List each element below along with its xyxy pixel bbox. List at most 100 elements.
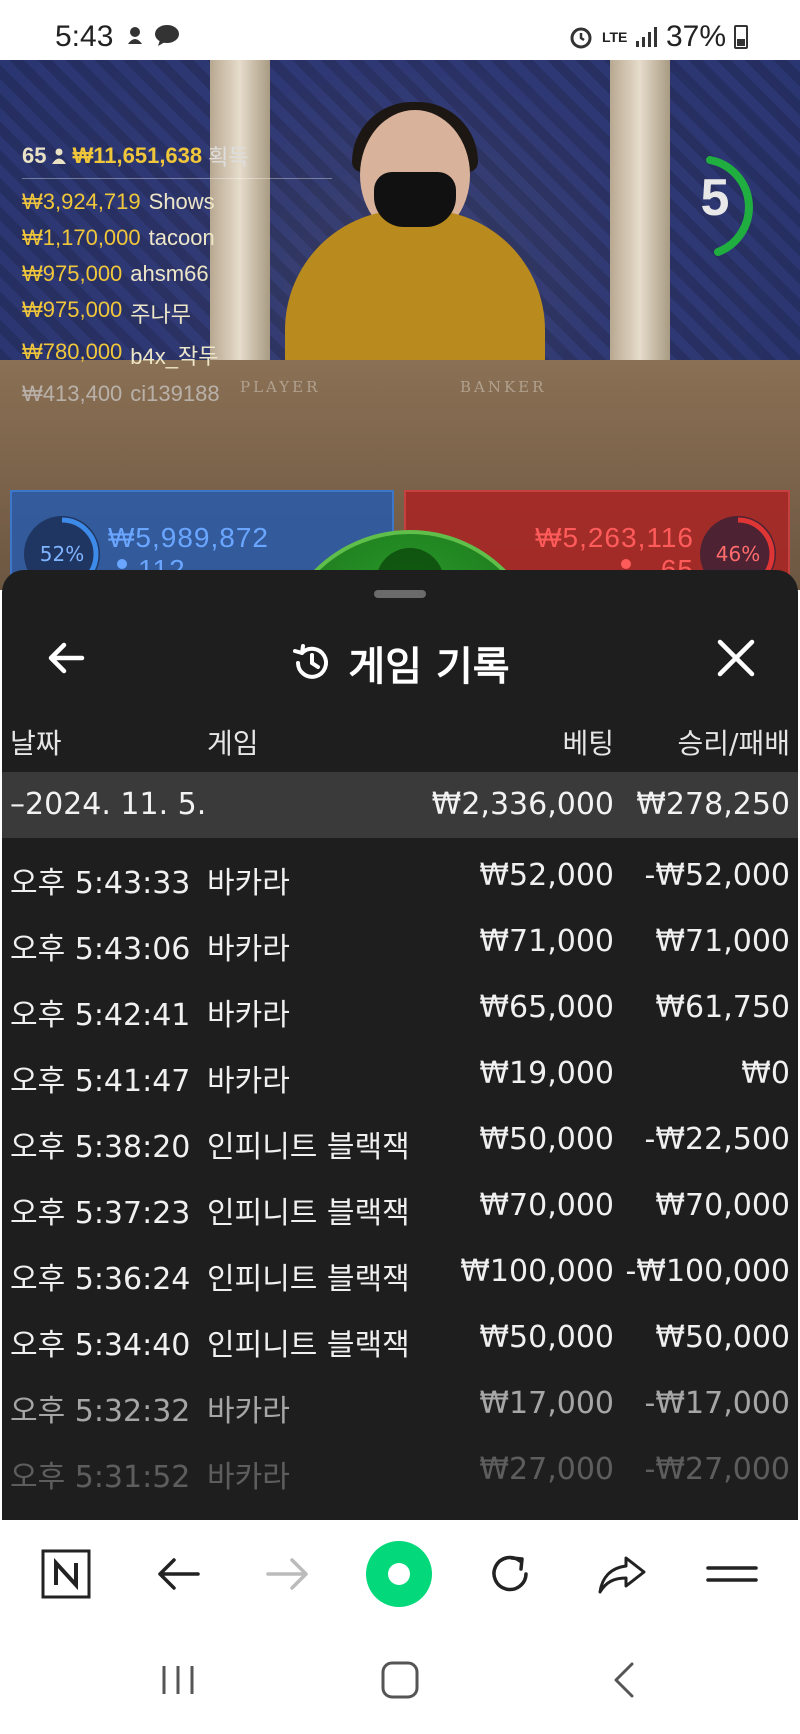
share-icon	[598, 1556, 646, 1594]
menu-icon	[706, 1566, 758, 1582]
table-header: 날짜 게임 베팅 승리/패배	[2, 710, 798, 772]
app-notification-icon	[128, 27, 142, 44]
table-row[interactable]: 오후 5:36:24 인피니트 블랙잭 ₩100,000 -₩100,000	[2, 1236, 798, 1302]
winner-name: ci139188	[130, 381, 220, 406]
table-row[interactable]: 오후 5:42:41 바카라 ₩65,000 ₩61,750	[2, 972, 798, 1038]
winner-row: ₩1,170,000 tacoon	[22, 225, 332, 251]
chat-bubble-icon	[155, 25, 179, 46]
row-time: 오후 5:42:41	[10, 998, 191, 1033]
row-result: -₩22,500	[644, 1122, 790, 1157]
row-game: 바카라	[207, 932, 290, 967]
row-bet: ₩70,000	[479, 1188, 614, 1223]
row-result: -₩100,000	[625, 1254, 790, 1289]
winner-name: ahsm66	[130, 261, 209, 286]
countdown-number: 5	[700, 169, 730, 227]
pillar	[610, 60, 670, 390]
row-result: ₩0	[741, 1056, 790, 1091]
green-dot-icon	[366, 1541, 432, 1607]
back-icon	[158, 1558, 200, 1590]
winner-row: ₩780,000 b4x_작두	[22, 339, 332, 371]
winner-row: ₩975,000 주나무	[22, 297, 332, 329]
winner-name: Shows	[148, 189, 215, 214]
row-game: 바카라	[207, 1394, 290, 1429]
table-row[interactable]: 오후 5:38:20 인피니트 블랙잭 ₩50,000 -₩22,500	[2, 1104, 798, 1170]
home-button[interactable]	[370, 1650, 430, 1710]
row-bet: ₩50,000	[479, 1122, 614, 1157]
row-time: 오후 5:38:20	[10, 1130, 191, 1165]
row-time: 오후 5:41:47	[10, 1064, 191, 1099]
row-time: 오후 5:43:06	[10, 932, 191, 967]
recents-button[interactable]	[148, 1650, 208, 1710]
home-icon	[381, 1661, 419, 1699]
row-time: 오후 5:37:23	[10, 1196, 191, 1231]
table-row[interactable]: 오후 5:37:23 인피니트 블랙잭 ₩70,000 ₩70,000	[2, 1170, 798, 1236]
naver-icon	[41, 1549, 91, 1599]
green-dot-button[interactable]	[365, 1540, 433, 1608]
banker-percent: 46%	[715, 542, 761, 566]
table-row[interactable]: 오후 5:43:33 바카라 ₩52,000 -₩52,000	[2, 840, 798, 906]
browser-back-button[interactable]	[148, 1544, 208, 1604]
row-bet: ₩17,000	[479, 1386, 614, 1421]
winners-total-suffix: 획득	[208, 145, 249, 170]
system-back-button[interactable]	[596, 1650, 656, 1710]
player-bet-amount: ₩5,989,872	[108, 522, 269, 553]
row-game: 인피니트 블랙잭	[207, 1130, 410, 1165]
status-bar: 5:43 LTE 37%	[0, 0, 800, 60]
winner-name: b4x_작두	[130, 344, 219, 369]
row-result: ₩50,000	[655, 1320, 790, 1355]
battery-icon	[734, 25, 748, 49]
column-game: 게임	[207, 727, 259, 760]
row-time: 오후 5:43:33	[10, 866, 191, 901]
column-result: 승리/패배	[677, 727, 790, 760]
date-group-label: –2024. 11. 5.	[10, 787, 207, 822]
share-button[interactable]	[592, 1544, 652, 1604]
row-result: -₩52,000	[644, 858, 790, 893]
sheet-title-wrap: 게임 기록	[2, 634, 798, 692]
winner-amount: ₩975,000	[22, 261, 123, 286]
winner-row: ₩975,000 ahsm66	[22, 261, 332, 287]
player-percent: 52%	[39, 542, 85, 566]
date-group-bet-total: ₩2,336,000	[431, 787, 614, 822]
table-row[interactable]: 오후 5:34:40 인피니트 블랙잭 ₩50,000 ₩50,000	[2, 1302, 798, 1368]
browser-forward-button[interactable]	[258, 1544, 318, 1604]
row-game: 인피니트 블랙잭	[207, 1328, 410, 1363]
winner-amount: ₩1,170,000	[22, 225, 141, 250]
system-navigation-bar	[0, 1624, 800, 1734]
sheet-header: 게임 기록	[2, 610, 798, 710]
winners-count: 65	[22, 143, 47, 168]
row-bet: ₩52,000	[479, 858, 614, 893]
refresh-button[interactable]	[480, 1544, 540, 1604]
signal-icon	[635, 27, 657, 47]
table-row[interactable]: 오후 5:43:06 바카라 ₩71,000 ₩71,000	[2, 906, 798, 972]
game-history-sheet: 게임 기록 날짜 게임 베팅 승리/패배 –2024. 11. 5. ₩2,33…	[2, 570, 798, 1520]
table-row[interactable]: 오후 5:32:32 바카라 ₩17,000 -₩17,000	[2, 1368, 798, 1434]
naver-home-button[interactable]	[36, 1544, 96, 1604]
winner-name: 주나무	[130, 302, 192, 327]
live-dealer-video[interactable]: PLAYER BANKER 65 ₩11,651,638 획득 ₩3,924,7…	[0, 60, 800, 590]
date-group-row[interactable]: –2024. 11. 5. ₩2,336,000 ₩278,250	[2, 772, 798, 838]
winners-list: 65 ₩11,651,638 획득 ₩3,924,719 Shows ₩1,170…	[22, 140, 332, 407]
menu-button[interactable]	[702, 1544, 762, 1604]
column-date: 날짜	[10, 727, 62, 760]
row-bet: ₩27,000	[479, 1452, 614, 1487]
winner-amount: ₩3,924,719	[22, 189, 141, 214]
row-time: 오후 5:31:52	[10, 1460, 191, 1495]
close-button[interactable]	[710, 632, 762, 684]
table-row[interactable]: 오후 5:31:52 바카라 ₩27,000 -₩27,000	[2, 1434, 798, 1500]
date-group-result-total: ₩278,250	[636, 787, 790, 822]
winner-row: ₩3,924,719 Shows	[22, 189, 332, 215]
browser-toolbar	[0, 1520, 800, 1624]
table-row[interactable]: 오후 5:41:47 바카라 ₩19,000 ₩0	[2, 1038, 798, 1104]
row-game: 바카라	[207, 1064, 290, 1099]
sheet-drag-handle[interactable]	[374, 590, 426, 598]
row-time: 오후 5:32:32	[10, 1394, 191, 1429]
row-bet: ₩71,000	[479, 924, 614, 959]
battery-percent: 37%	[665, 20, 726, 53]
row-game: 인피니트 블랙잭	[207, 1262, 410, 1297]
row-game: 바카라	[207, 998, 290, 1033]
winners-total-amount: ₩11,651,638	[72, 143, 203, 168]
row-time: 오후 5:34:40	[10, 1328, 191, 1363]
row-game: 바카라	[207, 866, 290, 901]
status-time: 5:43	[55, 20, 114, 53]
row-time: 오후 5:36:24	[10, 1262, 191, 1297]
